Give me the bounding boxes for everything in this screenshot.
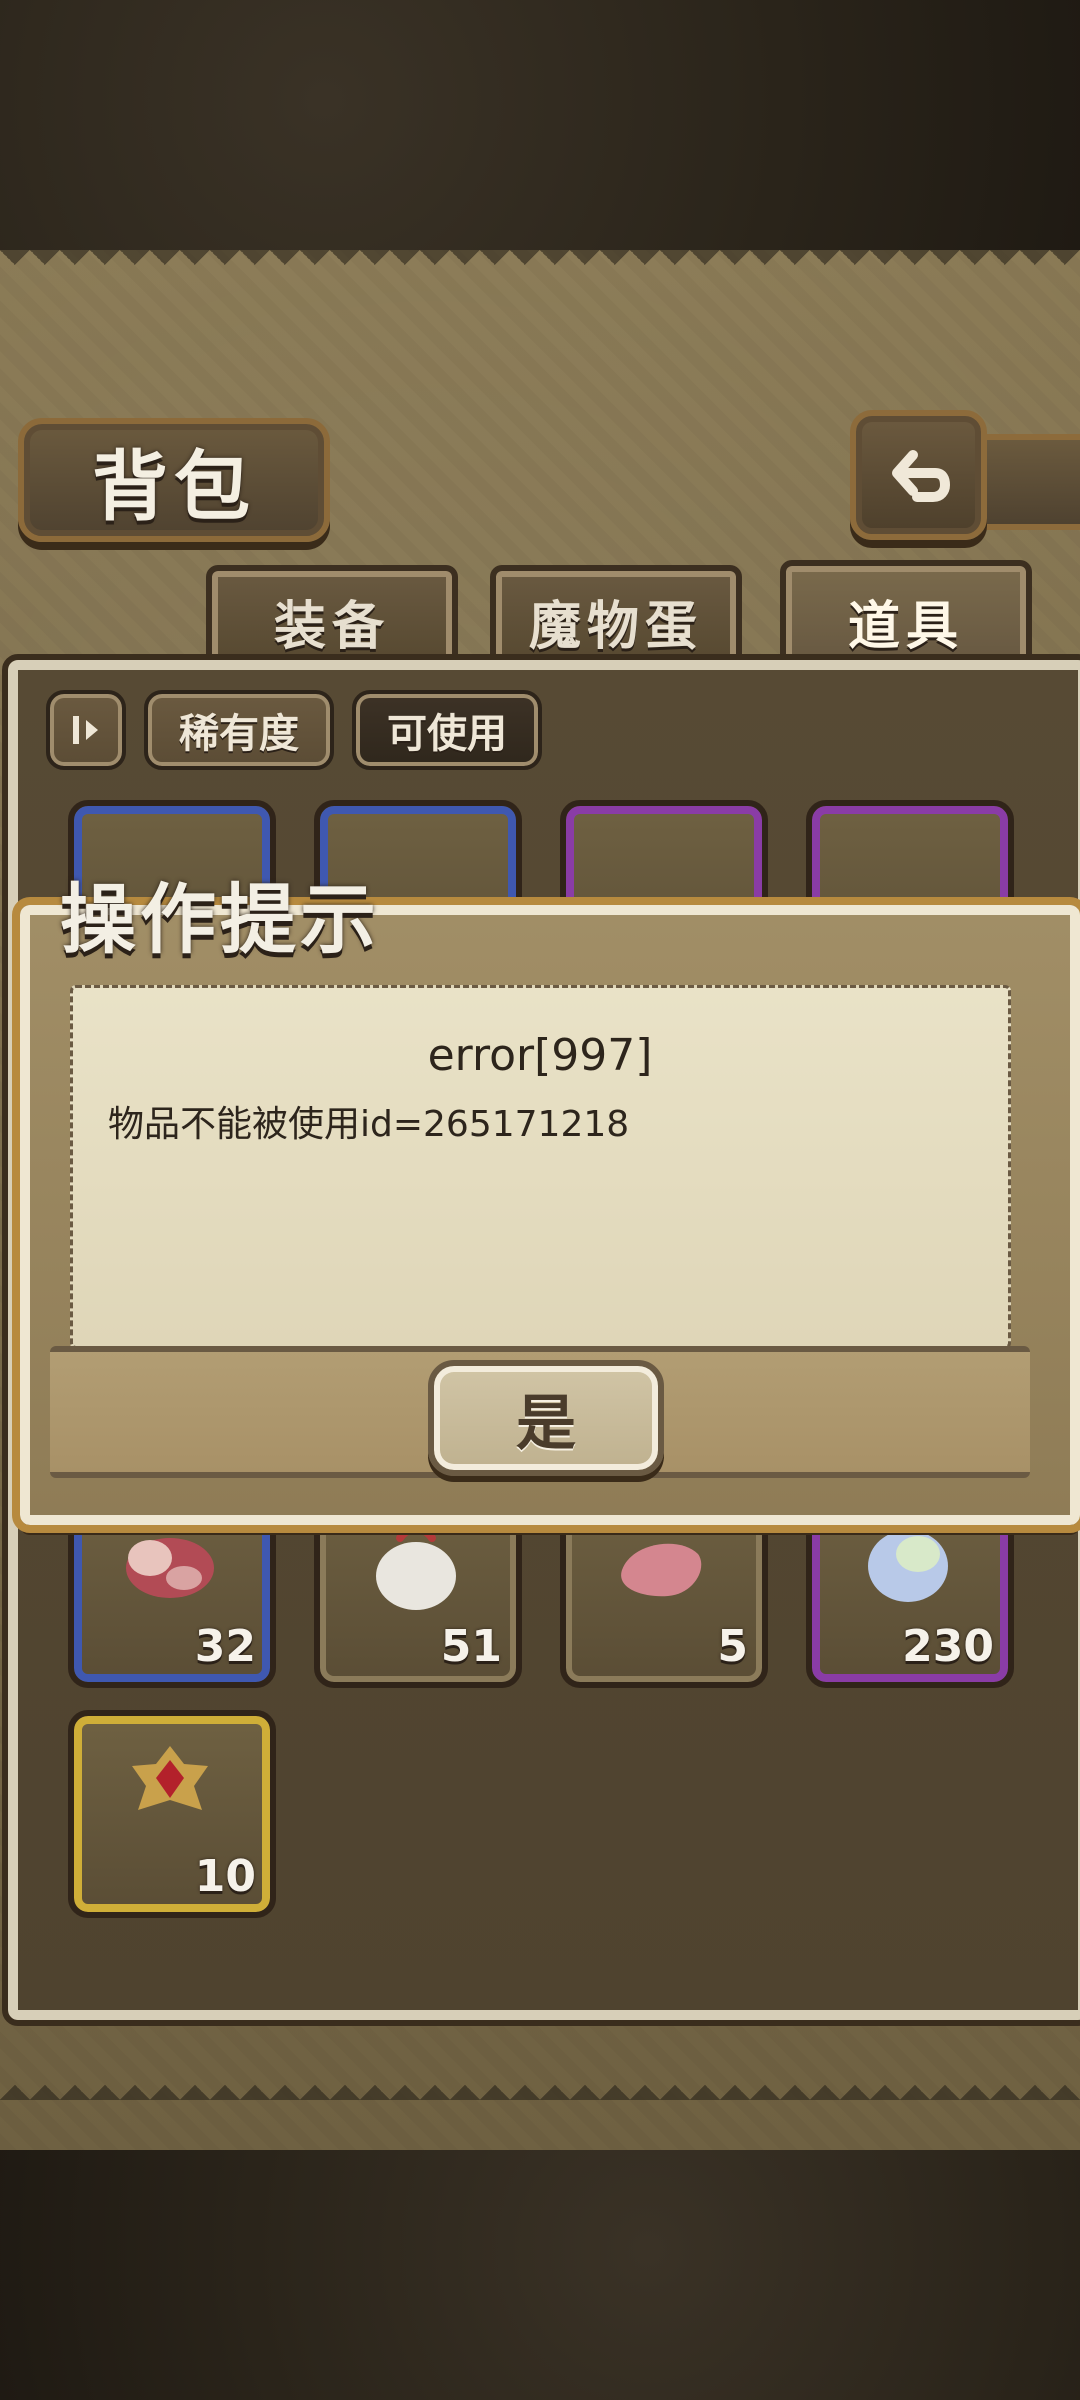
filter-row: 稀有度 可使用 — [46, 690, 542, 770]
back-arrow-icon — [891, 450, 950, 502]
zigzag-border-bottom — [0, 2070, 1080, 2100]
game-screen: 背包 装备 魔物蛋 道具 稀有度 可使用 32 51 5 230 10 操作提示… — [0, 0, 1080, 2400]
dialog-message: 物品不能被使用id=265171218 — [108, 1104, 630, 1145]
dialog-title: 操作提示 — [60, 875, 380, 964]
item-count: 10 — [194, 1851, 256, 1902]
filter-usable-label: 可使用 — [387, 711, 507, 757]
confirm-button[interactable]: 是 — [428, 1360, 664, 1476]
item-count: 32 — [194, 1621, 256, 1672]
filter-rarity[interactable]: 稀有度 — [144, 690, 334, 770]
filter-usable[interactable]: 可使用 — [352, 690, 542, 770]
dialog-error-code: error[997] — [427, 1030, 653, 1081]
filter-rarity-label: 稀有度 — [179, 711, 299, 757]
item-count: 5 — [717, 1621, 748, 1672]
background-top — [0, 0, 1080, 250]
zigzag-border-top — [0, 250, 1080, 280]
tab-label: 装备 — [273, 596, 390, 657]
confirm-button-label: 是 — [516, 1388, 576, 1459]
back-button[interactable] — [850, 410, 987, 540]
tab-label: 道具 — [847, 596, 964, 657]
background-bottom — [0, 2150, 1080, 2400]
item-slot[interactable]: 10 — [68, 1710, 276, 1918]
ruby-badge-icon — [132, 1746, 208, 1810]
gem-pink-icon — [621, 1543, 702, 1597]
sort-toggle-icon — [73, 716, 98, 744]
tab-label: 魔物蛋 — [528, 596, 703, 657]
sack-icon — [376, 1525, 456, 1610]
item-count: 51 — [440, 1621, 502, 1672]
item-count: 230 — [902, 1621, 994, 1672]
sort-toggle-button[interactable] — [46, 690, 126, 770]
page-title: 背包 — [92, 442, 256, 531]
title-plaque: 背包 — [18, 418, 330, 542]
